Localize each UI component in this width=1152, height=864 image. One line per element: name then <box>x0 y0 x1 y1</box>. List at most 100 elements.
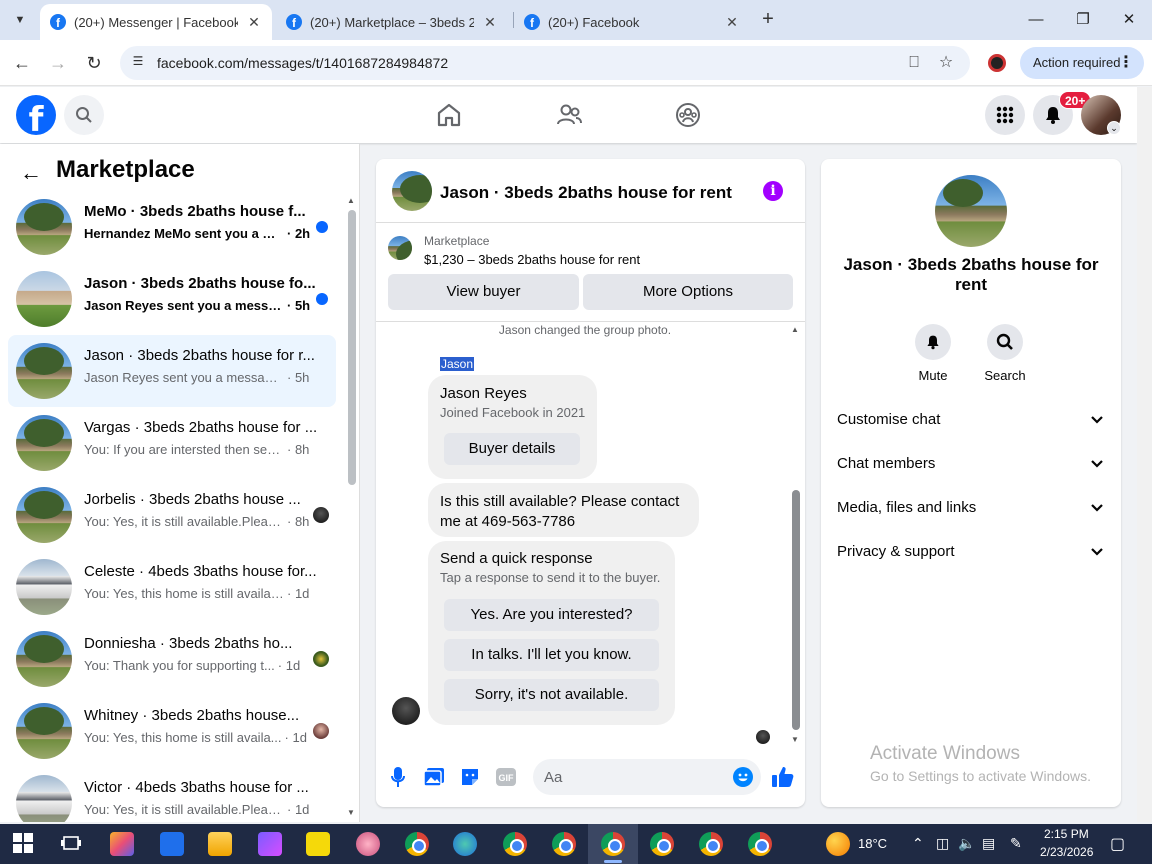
conversation-item[interactable]: MeMo · 3beds 2baths house f... Hernandez… <box>8 191 336 263</box>
chrome-profile-icon[interactable] <box>503 832 527 856</box>
window-close-icon[interactable]: ✕ <box>1117 8 1141 32</box>
sticky-notes-icon[interactable] <box>306 832 330 856</box>
clock-date[interactable]: 2/23/2026 <box>1040 845 1093 859</box>
search-icon[interactable] <box>64 95 104 135</box>
customise-chat-row[interactable]: Customise chat <box>821 399 1121 443</box>
chat-info-avatar[interactable] <box>935 175 1007 247</box>
privacy-support-row[interactable]: Privacy & support <box>821 531 1121 575</box>
conversation-item[interactable]: Jason · 3beds 2baths house fo... Jason R… <box>8 263 336 335</box>
copilot-icon[interactable] <box>110 832 134 856</box>
url-text[interactable]: facebook.com/messages/t/1401687284984872 <box>157 55 448 71</box>
message-bubble[interactable]: Is this still available? Please contact … <box>428 483 699 537</box>
paint-icon[interactable] <box>356 832 380 856</box>
chrome-profile-icon[interactable] <box>748 832 772 856</box>
tab-search-chevron-icon[interactable]: ▼ <box>8 8 32 32</box>
temperature-text[interactable]: 18°C <box>858 836 887 851</box>
mute-button[interactable]: Mute <box>903 324 963 383</box>
info-icon[interactable]: i <box>763 181 783 201</box>
listing-thumbnail[interactable] <box>388 236 412 260</box>
view-buyer-button[interactable]: View buyer <box>388 274 579 310</box>
chat-avatar[interactable] <box>392 171 432 211</box>
conversation-item[interactable]: Celeste · 4beds 3baths house for... You:… <box>8 551 336 623</box>
clock-time[interactable]: 2:15 PM <box>1044 827 1089 841</box>
chrome-icon[interactable] <box>405 832 429 856</box>
forward-arrow-icon[interactable]: → <box>46 51 70 75</box>
chat-list-scrollbar[interactable]: ▲ ▼ <box>344 194 358 819</box>
conversation-item[interactable]: Victor · 4beds 3baths house for ... You:… <box>8 767 336 822</box>
chrome-profile-icon[interactable] <box>552 832 576 856</box>
tab-close-icon[interactable]: ✕ <box>482 14 498 31</box>
scroll-down-arrow-icon[interactable]: ▼ <box>347 808 355 817</box>
tab-facebook[interactable]: f (20+) Facebook ✕ <box>514 4 750 40</box>
minimize-icon[interactable]: — <box>1024 8 1048 32</box>
media-files-links-row[interactable]: Media, files and links <box>821 487 1121 531</box>
listing-title[interactable]: $1,230 – 3beds 2baths house for rent <box>424 252 640 267</box>
scrollbar-thumb[interactable] <box>348 210 356 485</box>
tab-close-icon[interactable]: ✕ <box>724 14 740 31</box>
site-settings-icon[interactable]: ☰ <box>128 54 148 72</box>
chrome-profile-icon[interactable] <box>650 832 674 856</box>
install-app-icon[interactable]: ⎕ <box>904 53 924 73</box>
conversation-item-selected[interactable]: Jason · 3beds 2baths house for r... Jaso… <box>8 335 336 407</box>
pen-icon[interactable]: ✎ <box>1010 835 1022 852</box>
home-icon[interactable] <box>435 101 463 129</box>
more-options-button[interactable]: More Options <box>583 274 793 310</box>
back-arrow-icon[interactable]: ← <box>10 51 34 75</box>
app-s-icon[interactable] <box>160 832 184 856</box>
groups-icon[interactable] <box>674 101 702 129</box>
chat-members-row[interactable]: Chat members <box>821 443 1121 487</box>
quick-response-not-available-button[interactable]: Sorry, it's not available. <box>444 679 659 711</box>
account-chevron-icon[interactable]: ⌄ <box>1107 121 1121 135</box>
windows-start-icon[interactable] <box>12 832 36 856</box>
scroll-up-arrow-icon[interactable]: ▲ <box>347 196 355 205</box>
kebab-menu-icon[interactable]: ⋮ <box>1118 47 1134 79</box>
notification-center-icon[interactable]: ▢ <box>1110 834 1125 854</box>
quick-response-in-talks-button[interactable]: In talks. I'll let you know. <box>444 639 659 671</box>
scrollbar-thumb[interactable] <box>792 490 800 730</box>
active-taskbar-app[interactable] <box>588 824 638 864</box>
quick-response-yes-button[interactable]: Yes. Are you interested? <box>444 599 659 631</box>
page-scrollbar[interactable] <box>1137 87 1152 822</box>
menu-grid-icon[interactable] <box>985 95 1025 135</box>
conversation-item[interactable]: Donniesha · 3beds 2baths ho... You: Than… <box>8 623 336 695</box>
facebook-logo-icon[interactable]: f <box>16 95 56 135</box>
edge-icon[interactable] <box>453 832 477 856</box>
photo-icon[interactable] <box>422 765 446 789</box>
chat-title[interactable]: Jason · 3beds 2baths house for rent <box>440 183 732 203</box>
emoji-icon[interactable] <box>733 767 753 787</box>
thumbs-up-icon[interactable] <box>771 765 795 789</box>
friends-icon[interactable] <box>555 101 583 129</box>
tab-marketplace[interactable]: f (20+) Marketplace – 3beds 2bat ✕ <box>276 4 508 40</box>
tray-overflow-chevron-icon[interactable]: ⌃ <box>912 835 924 852</box>
network-icon[interactable]: ◫ <box>936 835 949 852</box>
sticker-icon[interactable] <box>458 765 482 789</box>
buyer-details-button[interactable]: Buyer details <box>444 433 580 465</box>
action-required-button[interactable]: Action required ⋮ <box>1020 47 1144 79</box>
volume-icon[interactable]: 🔈 <box>958 835 975 852</box>
conversation-item[interactable]: Jorbelis · 3beds 2baths house ... You: Y… <box>8 479 336 551</box>
bookmark-star-icon[interactable]: ☆ <box>936 53 956 73</box>
file-explorer-icon[interactable] <box>208 832 232 856</box>
conversation-item[interactable]: Vargas · 3beds 2baths house for ... You:… <box>8 407 336 479</box>
filter-app-icon[interactable] <box>258 832 282 856</box>
task-view-icon[interactable] <box>60 832 84 856</box>
new-tab-plus-icon[interactable]: + <box>756 8 780 32</box>
message-input[interactable]: Aa <box>533 759 761 795</box>
conversation-item[interactable]: Whitney · 3beds 2baths house... You: Yes… <box>8 695 336 767</box>
scroll-up-arrow-icon[interactable]: ▲ <box>791 325 799 334</box>
maximize-icon[interactable]: ❐ <box>1071 8 1095 32</box>
tab-close-icon[interactable]: ✕ <box>246 14 262 31</box>
reload-icon[interactable]: ↻ <box>82 51 106 75</box>
extension-icon[interactable] <box>988 54 1006 72</box>
search-button[interactable]: Search <box>975 324 1035 383</box>
thread-scrollbar[interactable]: ▲ ▼ <box>789 323 803 747</box>
tab-messenger[interactable]: f (20+) Messenger | Facebook ✕ <box>40 4 272 40</box>
wifi-icon[interactable]: ▤ <box>982 835 995 852</box>
chrome-profile-icon[interactable] <box>699 832 723 856</box>
back-arrow-icon[interactable]: ← <box>20 160 42 186</box>
weather-icon[interactable] <box>826 832 850 856</box>
microphone-icon[interactable] <box>386 765 410 789</box>
scroll-down-arrow-icon[interactable]: ▼ <box>791 735 799 744</box>
address-bar[interactable]: ☰ facebook.com/messages/t/14016872849848… <box>120 46 970 80</box>
gif-icon[interactable]: GIF <box>494 765 518 789</box>
